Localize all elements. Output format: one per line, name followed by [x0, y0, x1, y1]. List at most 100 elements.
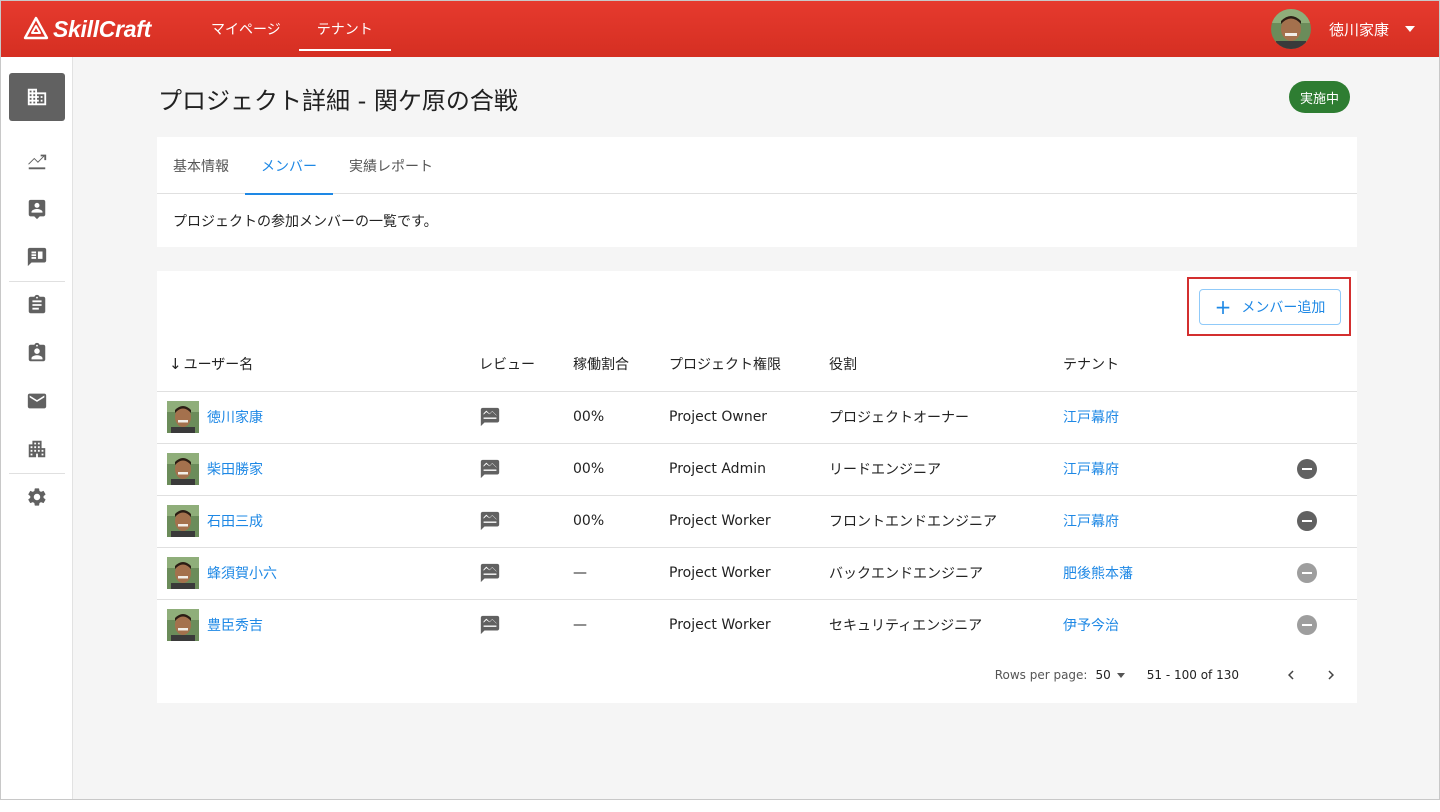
sidebar-item-organizations[interactable] — [13, 429, 61, 469]
cell-permission: Project Worker — [669, 617, 771, 634]
member-name-link[interactable]: 徳川家康 — [207, 407, 263, 427]
cell-review — [479, 599, 573, 651]
header-username[interactable]: ↓ ユーザー名 — [157, 337, 479, 392]
avatar — [1270, 9, 1311, 49]
plus-icon: + — [1214, 295, 1232, 319]
tab-bar: 基本情報 メンバー 実績レポート — [157, 137, 1357, 195]
sort-arrow-icon: ↓ — [169, 354, 182, 373]
user-menu[interactable]: 徳川家康 — [1270, 9, 1415, 49]
cell-rate: — — [573, 547, 669, 600]
tab-members[interactable]: メンバー — [245, 137, 333, 195]
avatar — [167, 557, 199, 589]
sidebar-item-settings[interactable] — [13, 477, 61, 517]
cell-tenant: 江戸幕府 — [1063, 443, 1297, 496]
member-name-link[interactable]: 柴田勝家 — [207, 459, 263, 479]
review-chart-icon[interactable] — [479, 406, 573, 428]
sidebar-item-mail[interactable] — [13, 381, 61, 421]
cell-role: リードエンジニア — [829, 443, 1063, 496]
book-icon — [27, 247, 47, 267]
apartment-icon — [28, 440, 46, 458]
tenant-link[interactable]: 伊予今治 — [1063, 618, 1119, 634]
sidebar-item-trends[interactable] — [13, 141, 61, 181]
cell-actions — [1297, 443, 1357, 496]
cell-actions — [1297, 547, 1357, 600]
pagination: Rows per page: 50 51 - 100 of 130 — [995, 663, 1343, 687]
header-permission: プロジェクト権限 — [669, 337, 829, 392]
tab-performance-report[interactable]: 実績レポート — [333, 137, 449, 194]
cell-review — [479, 391, 573, 444]
remove-member-icon — [1297, 563, 1317, 583]
table-row: 柴田勝家 00% Project Admin リードエンジニア 江戸幕府 — [157, 443, 1357, 496]
tab-basic-info[interactable]: 基本情報 — [157, 137, 245, 194]
cell-permission: Project Admin — [669, 443, 829, 496]
sidebar — [1, 57, 73, 799]
header-rate: 稼働割合 — [573, 337, 669, 392]
clipboard-icon — [28, 294, 46, 314]
cell-role: フロントエンドエンジニア — [829, 495, 1063, 548]
app-frame: SkillCraft マイページ テナント 徳川家康 プロジェクト詳細 - 関ケ… — [0, 0, 1440, 800]
page-title: プロジェクト詳細 - 関ケ原の合戦 — [158, 87, 518, 115]
remove-member-icon[interactable] — [1297, 459, 1317, 479]
status-badge: 実施中 — [1289, 81, 1351, 113]
logo[interactable]: SkillCraft — [23, 16, 193, 43]
cell-review — [479, 495, 573, 548]
review-chart-icon[interactable] — [479, 510, 573, 532]
header-review: レビュー — [479, 337, 573, 392]
add-member-label: メンバー追加 — [1241, 300, 1326, 316]
nav-mypage[interactable]: マイページ — [193, 1, 299, 57]
cell-review — [479, 547, 573, 600]
rows-per-page-select[interactable]: 50 — [1095, 668, 1125, 682]
cell-username: 蜂須賀小六 — [157, 547, 479, 600]
cell-role: プロジェクトオーナー — [829, 391, 1063, 444]
member-name-link[interactable]: 豊臣秀吉 — [207, 615, 263, 635]
review-chart-icon[interactable] — [479, 458, 573, 480]
building-icon — [27, 88, 47, 106]
gear-icon — [28, 488, 46, 506]
table-header-row: ↓ ユーザー名 レビュー 稼働割合 プロジェクト権限 役割 テナント — [157, 337, 1357, 392]
cell-permission: Project Owner — [669, 391, 829, 444]
member-name-link[interactable]: 石田三成 — [207, 511, 263, 531]
tenant-link[interactable]: 江戸幕府 — [1063, 410, 1119, 426]
next-page-button[interactable] — [1319, 663, 1343, 687]
user-name: 徳川家康 — [1328, 20, 1389, 39]
table-row: 石田三成 00% Project Worker フロントエンドエンジニア 江戸幕府 — [157, 495, 1357, 548]
cell-actions — [1297, 391, 1357, 444]
cell-rate: 00% — [573, 495, 669, 548]
member-name-link[interactable]: 蜂須賀小六 — [207, 563, 277, 583]
sidebar-item-profile[interactable] — [13, 189, 61, 229]
top-nav: マイページ テナント — [193, 1, 391, 57]
sidebar-item-tasks[interactable] — [13, 285, 61, 325]
table-row: 蜂須賀小六 — Project Worker バックエンドエンジニア 肥後熊本藩 — [157, 547, 1357, 600]
tabs-card: 基本情報 メンバー 実績レポート プロジェクトの参加メンバーの一覧です。 — [157, 137, 1357, 247]
review-chart-icon[interactable] — [479, 614, 573, 636]
tenant-link[interactable]: 江戸幕府 — [1063, 514, 1119, 530]
prev-page-button[interactable] — [1279, 663, 1303, 687]
header-username-label: ユーザー名 — [183, 356, 254, 373]
rows-per-page-label: Rows per page: — [994, 668, 1088, 682]
sidebar-item-assignments[interactable] — [13, 333, 61, 373]
remove-member-icon — [1297, 615, 1317, 636]
avatar — [167, 609, 199, 642]
chevron-down-icon — [1405, 26, 1415, 32]
nav-tenant[interactable]: テナント — [298, 1, 391, 57]
sidebar-item-projects[interactable] — [9, 73, 65, 121]
review-chart-icon[interactable] — [479, 562, 573, 584]
chevron-left-icon — [1288, 670, 1294, 680]
add-member-button[interactable]: + メンバー追加 — [1199, 289, 1341, 325]
table-row: 豊臣秀吉 — Project Worker セキュリティエンジニア 伊予今治 — [157, 599, 1357, 651]
tenant-link[interactable]: 江戸幕府 — [1063, 462, 1119, 478]
mail-icon — [27, 393, 47, 409]
tenant-link[interactable]: 肥後熊本藩 — [1063, 566, 1133, 582]
cell-permission: Project Worker — [669, 495, 829, 548]
sidebar-divider — [9, 281, 65, 282]
members-table: ↓ ユーザー名 レビュー 稼働割合 プロジェクト権限 役割 テナント 徳川家康 00… — [157, 337, 1357, 651]
cell-rate: 00% — [573, 391, 669, 444]
sidebar-item-reports[interactable] — [13, 237, 61, 277]
cell-username: 徳川家康 — [157, 391, 479, 444]
remove-member-icon[interactable] — [1297, 511, 1317, 531]
table-row: 徳川家康 00% Project Owner プロジェクトオーナー 江戸幕府 — [157, 391, 1357, 444]
cell-role: バックエンドエンジニア — [829, 547, 1063, 600]
cell-tenant: 伊予今治 — [1063, 599, 1297, 651]
cell-tenant: 江戸幕府 — [1063, 495, 1297, 548]
cell-tenant: 肥後熊本藩 — [1063, 547, 1297, 600]
